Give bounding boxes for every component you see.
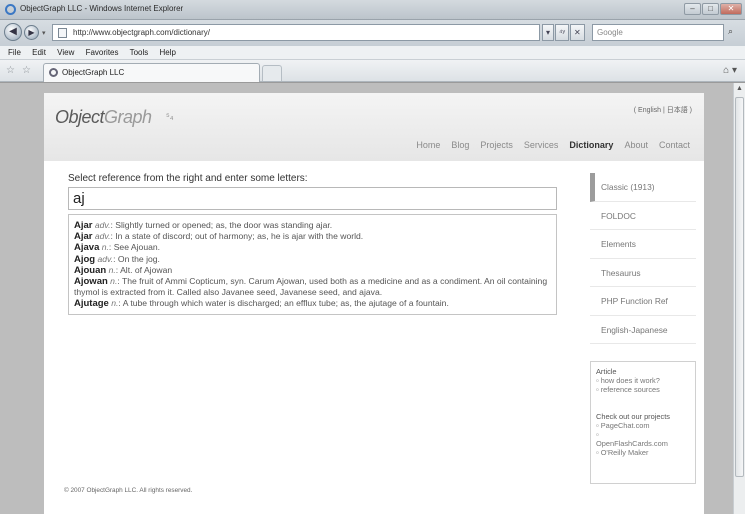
nav-contact[interactable]: Contact xyxy=(659,140,690,150)
address-url: http://www.objectgraph.com/dictionary/ xyxy=(73,28,210,37)
tab-objectgraph[interactable]: ObjectGraph LLC xyxy=(43,63,260,82)
reference-item[interactable]: Elements xyxy=(590,230,696,259)
back-icon[interactable]: ◀ xyxy=(4,23,22,41)
result-word[interactable]: Ajouan xyxy=(74,265,106,276)
side-box: Article ▫ how does it work? ▫ reference … xyxy=(590,361,696,484)
forward-icon[interactable]: ▶ xyxy=(24,25,39,40)
favorites-star-icon[interactable]: ☆ xyxy=(6,65,15,76)
result-entry: Ajog adv.: On the jog. xyxy=(74,254,551,265)
nav-home[interactable]: Home xyxy=(416,140,440,150)
result-word[interactable]: Ajutage xyxy=(74,298,109,309)
address-toolbar: ◀ ▶ ▾ http://www.objectgraph.com/diction… xyxy=(0,20,745,46)
result-definition: : Slightly turned or opened; as, the doo… xyxy=(110,220,333,230)
result-definition: : In a state of discord; out of harmony;… xyxy=(110,231,364,242)
project-link-spacer: ▫ xyxy=(596,430,599,440)
menu-bar: File Edit View Favorites Tools Help xyxy=(0,46,745,60)
result-definition: : Alt. of Ajowan xyxy=(115,264,173,275)
article-heading: Article xyxy=(596,367,617,376)
result-word[interactable]: Ajog xyxy=(74,254,95,265)
projects-heading: Check out our projects xyxy=(596,411,670,421)
site-logo[interactable]: ObjectGraph xyxy=(55,107,152,128)
nav-blog[interactable]: Blog xyxy=(451,140,469,150)
menu-favorites[interactable]: Favorites xyxy=(86,48,119,57)
result-pos: n. xyxy=(101,242,109,253)
project-link-openflashcards[interactable]: OpenFlashCards.com xyxy=(596,439,690,448)
address-buttons: ▾ ⁴ʸ ✕ xyxy=(542,24,585,41)
page-viewport: ObjectGraph ⁵₄ ( English | 日本語 ) Home Bl… xyxy=(0,83,733,514)
result-definition: : The fruit of Ammi Copticum, syn. Carum… xyxy=(74,276,548,298)
result-word[interactable]: Ajowan xyxy=(74,276,108,287)
address-dropdown-icon[interactable]: ▾ xyxy=(542,24,555,41)
result-definition: : A tube through which water is discharg… xyxy=(118,298,449,309)
stop-icon[interactable]: ✕ xyxy=(570,24,585,41)
results-list: Ajar adv.: Slightly turned or opened; as… xyxy=(68,214,557,315)
search-icon[interactable]: ⌕ xyxy=(728,26,733,37)
window-controls: – □ ✕ xyxy=(684,3,742,15)
result-pos: n. xyxy=(108,264,116,275)
result-word[interactable]: Ajava xyxy=(74,242,99,253)
menu-file[interactable]: File xyxy=(8,48,21,57)
close-button[interactable]: ✕ xyxy=(720,3,742,15)
maximize-button[interactable]: □ xyxy=(702,3,719,15)
reference-list: Classic (1913) FOLDOC Elements Thesaurus PHP… xyxy=(590,173,696,344)
nav-projects[interactable]: Projects xyxy=(480,140,513,150)
page-icon xyxy=(58,28,67,38)
result-definition: : On the jog. xyxy=(113,253,160,264)
menu-edit[interactable]: Edit xyxy=(32,48,46,57)
result-entry: Ajowan n.: The fruit of Ammi Copticum, s… xyxy=(74,276,551,298)
result-word[interactable]: Ajar xyxy=(74,220,92,231)
project-link-pagechat[interactable]: ▫ PageChat.com xyxy=(596,421,690,430)
add-favorites-icon[interactable]: ☆ xyxy=(22,65,31,76)
window-titlebar: ObjectGraph LLC - Windows Internet Explo… xyxy=(0,0,745,20)
logo-mark-icon: ⁵₄ xyxy=(166,111,174,121)
reference-item[interactable]: Classic (1913) xyxy=(590,173,696,202)
nav-services[interactable]: Services xyxy=(524,140,559,150)
vertical-scrollbar[interactable]: ▲ xyxy=(733,83,745,514)
menu-tools[interactable]: Tools xyxy=(130,48,149,57)
minimize-button[interactable]: – xyxy=(684,3,701,15)
article-link-sources[interactable]: ▫ reference sources xyxy=(596,385,690,394)
dictionary-main: Select reference from the right and ente… xyxy=(68,173,558,315)
result-pos: adv. xyxy=(94,220,111,230)
language-switcher[interactable]: ( English | 日本語 ) xyxy=(634,105,692,115)
reference-item[interactable]: Thesaurus xyxy=(590,259,696,287)
site-footer: © 2007 ObjectGraph LLC. All rights reser… xyxy=(64,487,193,494)
menu-view[interactable]: View xyxy=(57,48,74,57)
home-icon[interactable]: ⌂ ▾ xyxy=(723,65,737,76)
window-title: ObjectGraph LLC - Windows Internet Explo… xyxy=(20,4,184,13)
ie-icon xyxy=(5,4,16,15)
scroll-up-icon[interactable]: ▲ xyxy=(736,85,743,92)
new-tab-button[interactable] xyxy=(262,65,282,81)
article-link-how[interactable]: ▫ how does it work? xyxy=(596,376,690,385)
tab-bar: ☆ ☆ ObjectGraph LLC ⌂ ▾ xyxy=(0,60,745,82)
result-word[interactable]: Ajar xyxy=(74,231,92,242)
nav-about[interactable]: About xyxy=(624,140,648,150)
tab-title: ObjectGraph LLC xyxy=(62,68,125,77)
result-entry: Ajutage n.: A tube through which water i… xyxy=(74,298,551,309)
result-pos: adv. xyxy=(94,231,111,242)
address-bar[interactable]: http://www.objectgraph.com/dictionary/ xyxy=(52,24,540,41)
search-input[interactable]: Google xyxy=(592,24,724,41)
reference-item[interactable]: FOLDOC xyxy=(590,202,696,230)
favicon-icon xyxy=(49,68,58,77)
scrollbar-thumb[interactable] xyxy=(735,97,744,477)
project-link-oreilly[interactable]: ▫ O'Reilly Maker xyxy=(596,448,690,457)
nav-dictionary[interactable]: Dictionary xyxy=(569,140,613,150)
result-entry: Ajar adv.: Slightly turned or opened; as… xyxy=(74,220,551,231)
dictionary-search-input[interactable]: aj xyxy=(68,187,557,210)
site-header: ObjectGraph ⁵₄ ( English | 日本語 ) Home Bl… xyxy=(44,93,704,161)
result-entry: Ajar adv.: In a state of discord; out of… xyxy=(74,231,551,242)
history-dropdown-icon[interactable]: ▾ xyxy=(42,29,46,37)
refresh-icon[interactable]: ⁴ʸ xyxy=(555,24,570,41)
top-nav: Home Blog Projects Services Dictionary A… xyxy=(416,140,690,150)
reference-item[interactable]: PHP Function Ref xyxy=(590,287,696,316)
site-container: ObjectGraph ⁵₄ ( English | 日本語 ) Home Bl… xyxy=(44,93,704,514)
dictionary-prompt: Select reference from the right and ente… xyxy=(68,173,308,184)
result-definition: : See Ajouan. xyxy=(108,242,161,253)
result-entry: Ajouan n.: Alt. of Ajowan xyxy=(74,265,551,276)
result-pos: adv. xyxy=(97,253,114,264)
menu-help[interactable]: Help xyxy=(160,48,176,57)
result-entry: Ajava n.: See Ajouan. xyxy=(74,242,551,253)
reference-item[interactable]: English-Japanese xyxy=(590,316,696,344)
